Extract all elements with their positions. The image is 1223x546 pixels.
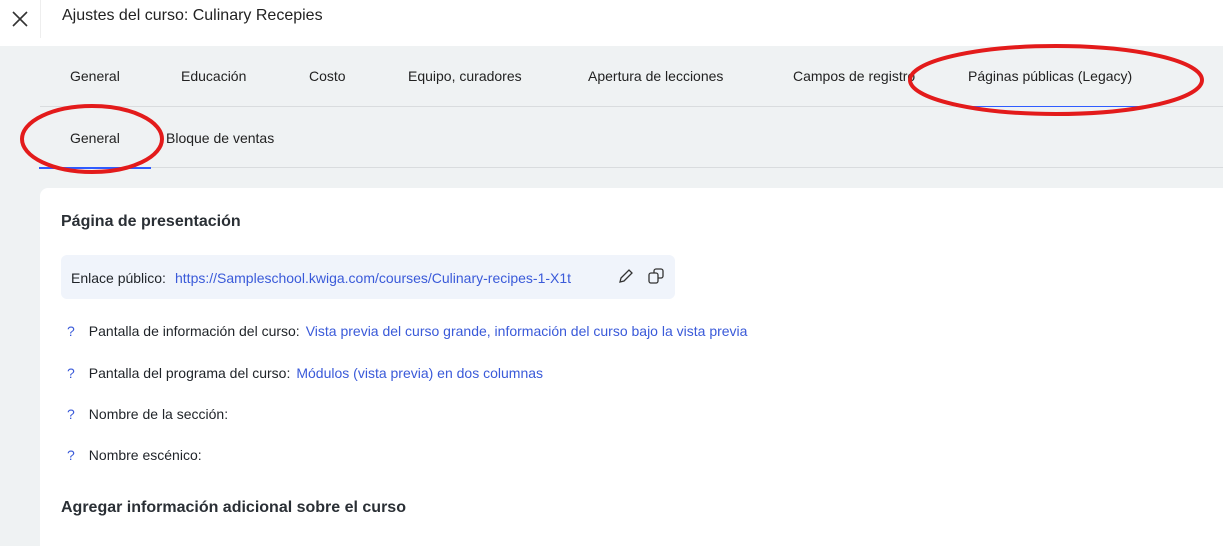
stage-name-row: ? Nombre escénico: [67, 447, 202, 463]
row-label: Nombre escénico: [88, 447, 202, 463]
public-link-label: Enlace público: [71, 270, 166, 286]
tab-general[interactable]: General [70, 68, 120, 84]
sub-tabs: General Bloque de ventas [39, 107, 1223, 169]
course-info-screen-row: ? Pantalla de información del curso: Vista… [67, 323, 747, 339]
header: Ajustes del curso: Culinary Recepies [0, 0, 1223, 46]
close-icon [12, 11, 28, 27]
subtab-general[interactable]: General [39, 130, 151, 169]
page-title: Ajustes del curso: Culinary Recepies [62, 7, 323, 24]
section-title: Página de presentación [61, 213, 241, 230]
help-icon[interactable]: ? [67, 406, 75, 422]
tab-equipo[interactable]: Equipo, curadores [408, 68, 522, 84]
row-label: Pantalla del programa del curso: [88, 365, 291, 381]
public-link[interactable]: https://Sampleschool.kwiga.com/courses/C… [175, 270, 571, 286]
tab-apertura[interactable]: Apertura de lecciones [588, 68, 723, 84]
section2-title: Agregar información adicional sobre el c… [61, 499, 406, 516]
row-label: Nombre de la sección: [88, 406, 229, 422]
tab-campos[interactable]: Campos de registro [793, 68, 915, 84]
public-link-box: Enlace público: https://Sampleschool.kwi… [61, 255, 675, 299]
row-value-link[interactable]: Módulos (vista previa) en dos columnas [296, 365, 543, 381]
settings-card: Página de presentación Enlace público: h… [40, 188, 1223, 546]
tab-costo[interactable]: Costo [309, 68, 346, 84]
course-program-screen-row: ? Pantalla del programa del curso: Módulos… [67, 365, 543, 381]
subtab-bloque-ventas[interactable]: Bloque de ventas [166, 130, 274, 146]
tab-educacion[interactable]: Educación [181, 68, 246, 84]
row-label: Pantalla de información del curso: [88, 323, 300, 339]
pencil-icon[interactable] [617, 267, 635, 285]
section-name-row: ? Nombre de la sección: [67, 406, 228, 422]
help-icon[interactable]: ? [67, 365, 75, 381]
tab-paginas-publicas[interactable]: Páginas públicas (Legacy) [955, 68, 1149, 107]
help-icon[interactable]: ? [67, 323, 75, 339]
copy-icon[interactable] [647, 267, 665, 285]
row-value-link[interactable]: Vista previa del curso grande, informaci… [306, 323, 748, 339]
close-button[interactable] [0, 0, 41, 38]
main-tabs: General Educación Costo Equipo, curadore… [40, 46, 1223, 107]
help-icon[interactable]: ? [67, 447, 75, 463]
